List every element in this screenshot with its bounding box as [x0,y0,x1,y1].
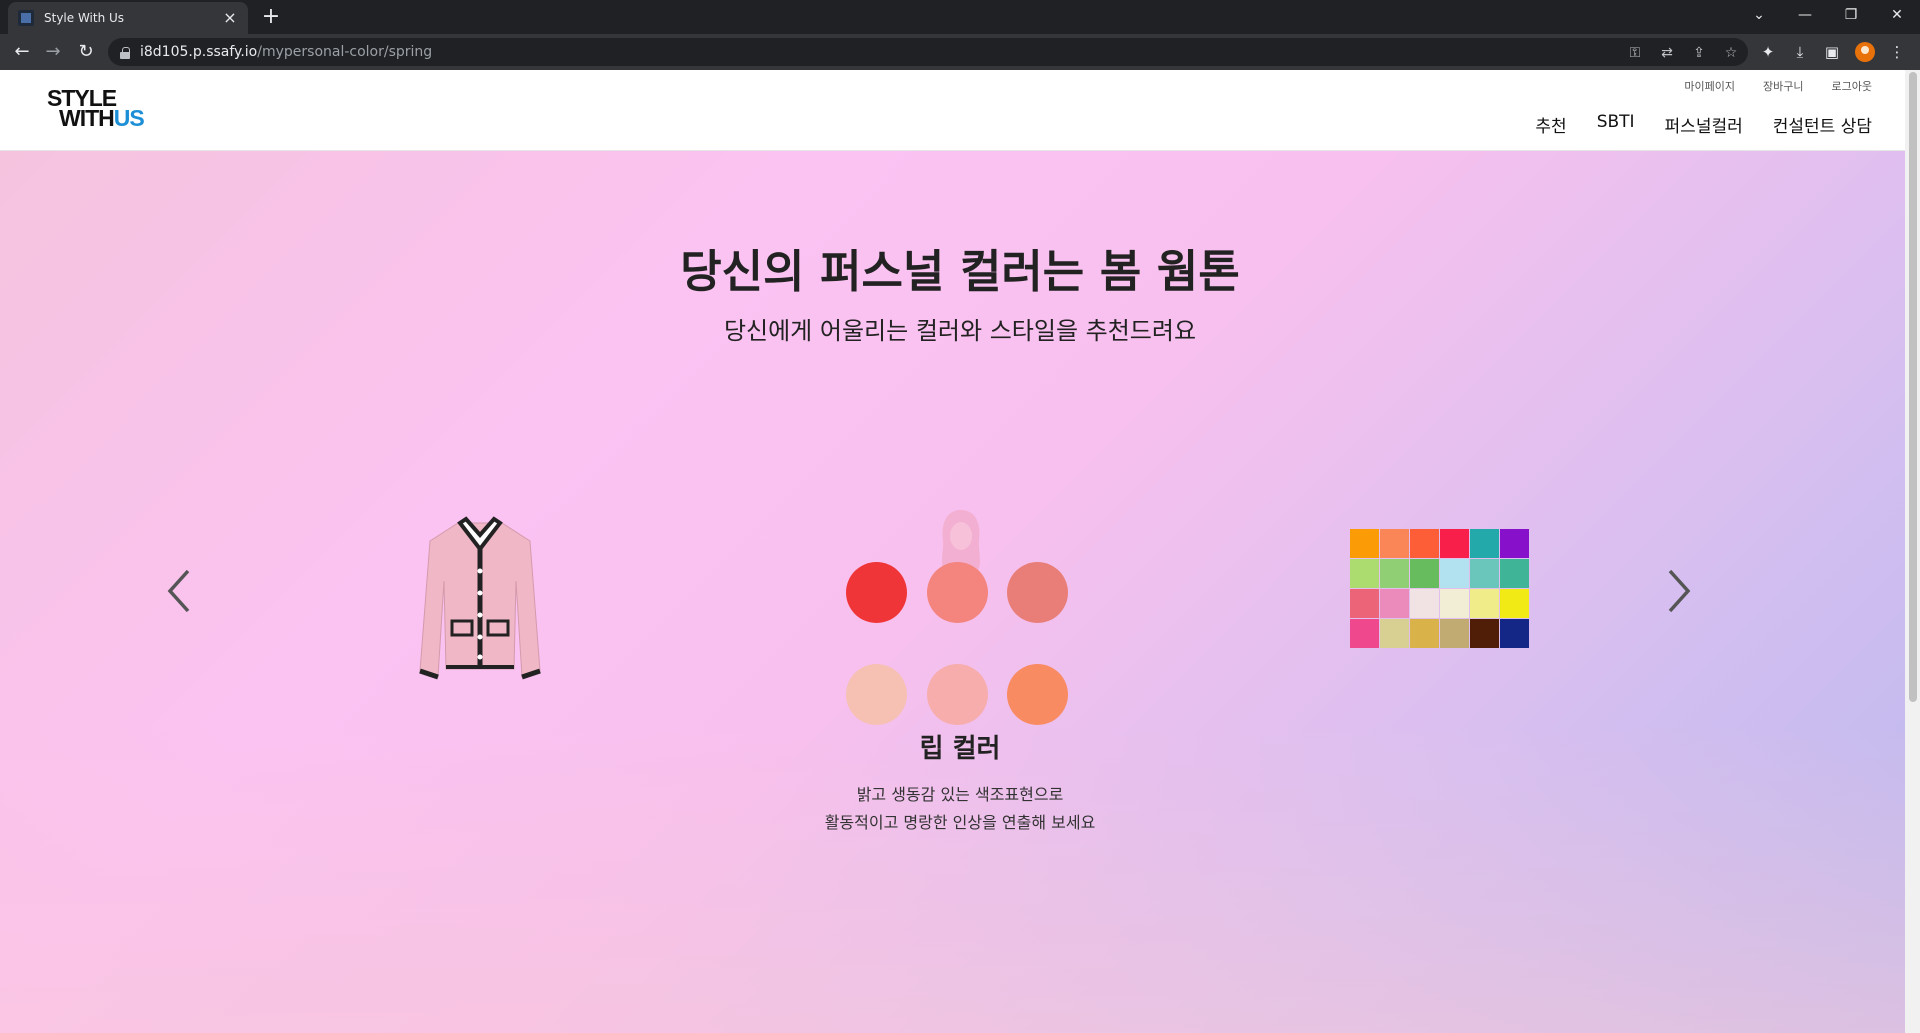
palette-swatch [1410,529,1439,558]
site-favicon-icon [18,10,34,26]
pink-tweed-jacket-image[interactable] [410,511,550,691]
palette-swatch [1410,589,1439,618]
tab-title: Style With Us [44,11,125,25]
carousel-next-icon[interactable] [1658,561,1698,621]
palette-swatch [1470,529,1499,558]
lip-color-dot[interactable] [927,562,988,623]
lock-icon [120,46,130,59]
minimize-icon[interactable]: — [1782,0,1828,30]
lip-color-dot[interactable] [846,562,907,623]
logo-text-with-us: WITHUS [59,105,145,131]
lip-color-dot[interactable] [927,664,988,725]
palette-swatch [1410,559,1439,588]
spring-color-palette[interactable] [1350,529,1529,648]
lip-color-dot[interactable] [1007,664,1068,725]
util-link-logout[interactable]: 로그아웃 [1832,78,1872,94]
back-icon[interactable]: ← [10,40,34,64]
page-scrollbar[interactable] [1905,70,1920,1033]
palette-swatch [1350,589,1379,618]
window-close-icon[interactable]: ✕ [1874,0,1920,30]
palette-swatch [1440,529,1469,558]
util-link-mypage[interactable]: 마이페이지 [1684,78,1735,94]
profile-avatar-icon[interactable] [1855,42,1875,62]
page-subtitle: 당신에게 어울리는 컬러와 스타일을 추천드려요 [723,317,1197,345]
palette-swatch [1470,619,1499,648]
address-bar[interactable]: i8d105.p.ssafy.io/mypersonal-color/sprin… [108,38,1748,66]
palette-swatch [1470,559,1499,588]
utility-nav: 마이페이지 장바구니 로그아웃 [1684,78,1872,94]
new-tab-button[interactable]: + [258,4,284,30]
nav-item-consultant[interactable]: 컨설턴트 상담 [1773,112,1872,137]
hero-section: 당신의 퍼스널 컬러는 봄 웜톤 당신에게 어울리는 컬러와 스타일을 추천드려… [0,151,1905,1033]
extensions-icon[interactable]: ✦ [1759,43,1777,61]
main-nav: 추천 SBTI 퍼스널컬러 컨설턴트 상담 [1535,112,1872,137]
carousel-prev-icon[interactable] [160,561,200,621]
palette-swatch [1500,529,1529,558]
browser-tab-strip: Style With Us × + ⌄ — ❐ ✕ [0,0,1920,34]
web-page: STYLE WITHUS 마이페이지 장바구니 로그아웃 추천 SBTI 퍼스널… [0,70,1920,1033]
palette-swatch [1500,619,1529,648]
scrollbar-thumb[interactable] [1909,72,1917,702]
side-panel-icon[interactable]: ▣ [1823,43,1841,61]
logo-text-with: WITH [59,105,115,131]
restore-icon[interactable]: ❐ [1828,0,1874,30]
palette-swatch [1440,619,1469,648]
palette-swatch [1500,589,1529,618]
close-tab-icon[interactable]: × [222,10,238,26]
slide-title: 립 컬러 [919,734,1001,764]
bookmark-star-icon[interactable]: ☆ [1722,44,1740,62]
nav-item-recommend[interactable]: 추천 [1535,112,1566,137]
lip-color-dot[interactable] [846,664,907,725]
menu-kebab-icon[interactable]: ⋮ [1888,43,1906,61]
palette-swatch [1380,559,1409,588]
palette-swatch [1350,559,1379,588]
download-icon[interactable]: ⤓ [1791,43,1809,61]
site-logo[interactable]: STYLE WITHUS [47,87,145,131]
browser-tab[interactable]: Style With Us × [8,2,248,34]
palette-swatch [1380,589,1409,618]
nav-item-personal-color[interactable]: 퍼스널컬러 [1665,112,1743,137]
browser-toolbar: ← → ↻ i8d105.p.ssafy.io/mypersonal-color… [0,34,1920,70]
page-title: 당신의 퍼스널 컬러는 봄 웜톤 [680,245,1240,298]
share-icon[interactable]: ⇪ [1690,44,1708,62]
palette-swatch [1440,559,1469,588]
slide-description: 밝고 생동감 있는 색조표현으로 활동적이고 명랑한 인상을 연출해 보세요 [0,781,1920,837]
slide-description-line: 활동적이고 명랑한 인상을 연출해 보세요 [824,813,1096,832]
reload-icon[interactable]: ↻ [74,40,98,64]
palette-swatch [1440,589,1469,618]
palette-swatch [1410,619,1439,648]
lip-color-swatches [846,562,1070,727]
tab-search-icon[interactable]: ⌄ [1736,0,1782,30]
translate-icon[interactable]: ⇄ [1658,44,1676,62]
palette-swatch [1350,619,1379,648]
forward-icon[interactable]: → [41,40,65,64]
palette-swatch [1380,529,1409,558]
logo-text-us: US [113,105,145,131]
site-header: STYLE WITHUS 마이페이지 장바구니 로그아웃 추천 SBTI 퍼스널… [0,70,1905,151]
password-key-icon[interactable]: ⚿ [1626,44,1644,62]
nav-item-sbti[interactable]: SBTI [1597,112,1635,137]
palette-swatch [1380,619,1409,648]
url-host: i8d105.p.ssafy.io [140,44,258,60]
palette-swatch [1470,589,1499,618]
url-path: /mypersonal-color/spring [257,44,433,60]
util-link-cart[interactable]: 장바구니 [1763,78,1803,94]
palette-swatch [1500,559,1529,588]
slide-description-line: 밝고 생동감 있는 색조표현으로 [856,785,1064,804]
palette-swatch [1350,529,1379,558]
lip-color-dot[interactable] [1007,562,1068,623]
